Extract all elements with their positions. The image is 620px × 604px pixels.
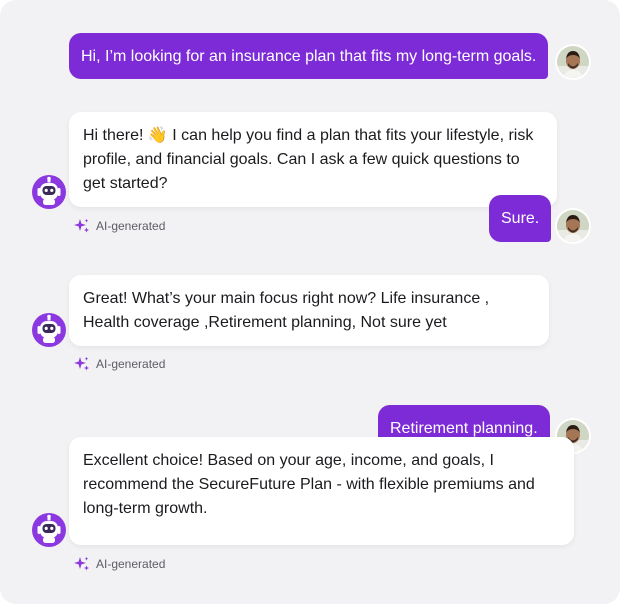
message-text: Great! What’s your main focus right now?… [83, 290, 490, 331]
sparkle-icon [74, 556, 90, 572]
sparkle-icon [74, 218, 90, 234]
bot-message: Great! What’s your main focus right now?… [69, 275, 549, 346]
bot-message: Hi there! 👋 I can help you find a plan t… [69, 112, 557, 207]
tag-label: AI-generated [96, 219, 166, 233]
bot-message: Excellent choice! Based on your age, inc… [69, 437, 574, 545]
tag-label: AI-generated [96, 557, 166, 571]
message-text: Excellent choice! Based on your age, inc… [83, 452, 535, 517]
tag-label: AI-generated [96, 357, 166, 371]
chat-panel: Hi, I’m looking for an insurance plan th… [0, 0, 620, 604]
ai-generated-tag: AI-generated [74, 218, 165, 234]
user-message: Hi, I’m looking for an insurance plan th… [69, 33, 549, 79]
user-avatar [557, 210, 589, 242]
ai-generated-tag: AI-generated [74, 356, 165, 372]
ai-generated-tag: AI-generated [74, 556, 165, 572]
sparkle-icon [74, 356, 90, 372]
robot-icon [32, 513, 66, 547]
message-text: Sure. [501, 210, 540, 227]
message-text: Retirement planning. [390, 420, 538, 437]
robot-icon [32, 313, 66, 347]
user-message: Sure. [489, 195, 552, 242]
message-text: Hi, I’m looking for an insurance plan th… [81, 48, 537, 65]
user-avatar [557, 46, 589, 78]
robot-icon [32, 175, 66, 209]
message-text: Hi there! 👋 I can help you find a plan t… [83, 127, 534, 192]
